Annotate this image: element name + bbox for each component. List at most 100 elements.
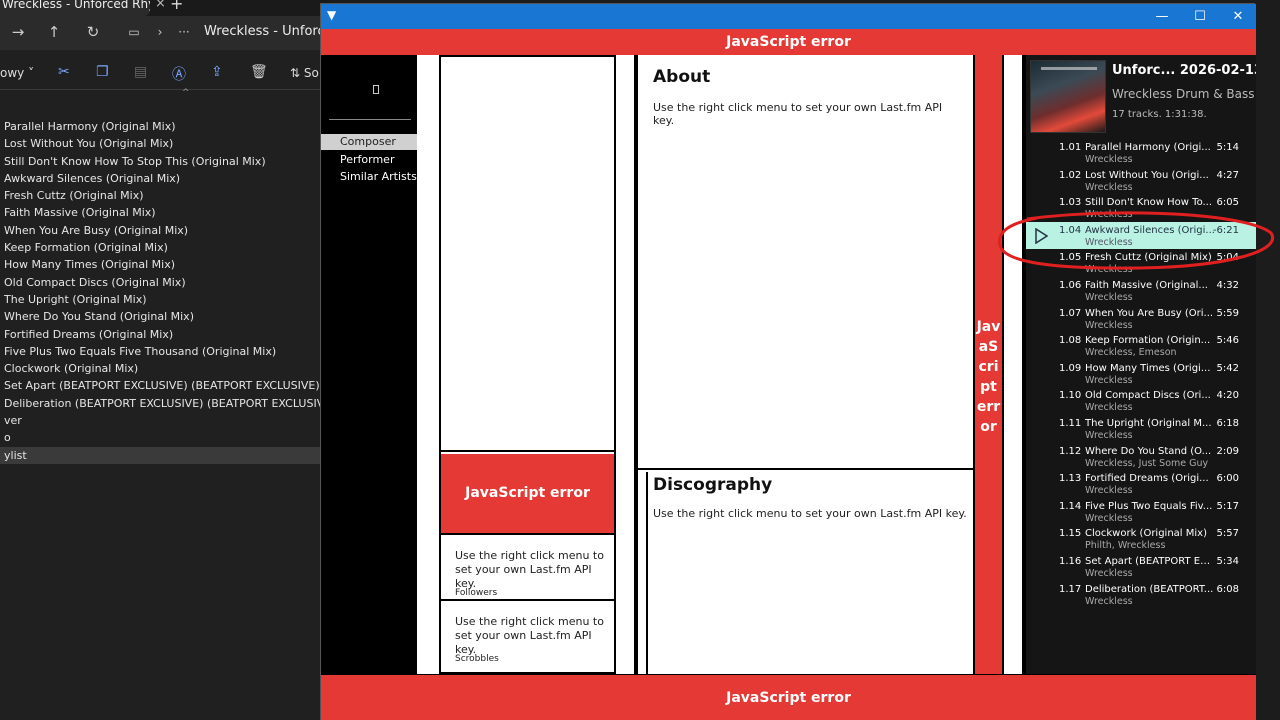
- file-row[interactable]: Parallel Harmony (Original Mix): [0, 118, 330, 135]
- track-title: Parallel Harmony (Origi...: [1085, 142, 1211, 153]
- explorer-tab-bar: Wreckless - Unforced Rhy × +: [0, 0, 330, 16]
- file-row[interactable]: Awkward Silences (Original Mix): [0, 170, 330, 187]
- track-row[interactable]: 1.14 Five Plus Two Equals Fiv... Wreckless…: [1026, 498, 1256, 526]
- music-player-window: ▼ — ☐ ✕ JavaScript error Composer Perfor…: [320, 3, 1256, 720]
- album-cover[interactable]: [1030, 60, 1106, 133]
- track-row[interactable]: 1.02 Lost Without You (Origi... Wreckless 4…: [1026, 167, 1256, 195]
- track-row[interactable]: 1.17 Deliberation (BEATPORT... Wreckless 6:…: [1026, 581, 1256, 609]
- js-error-banner-bottom: JavaScript error: [321, 674, 1256, 720]
- track-row-playing[interactable]: 1.04 Awkward Silences (Origi... Wreckless -…: [1026, 221, 1256, 250]
- track-row[interactable]: 1.09 How Many Times (Origi... Wreckless 5:4…: [1026, 360, 1256, 388]
- explorer-toolbar: owy ˅ ✂ ❐ ▤ Ⓐ ⇪ 🗑 ⇅ So: [0, 56, 330, 90]
- left-nav-panel: Composer Performer Similar Artists: [321, 55, 419, 674]
- track-duration: 6:00: [1216, 473, 1239, 485]
- file-row[interactable]: How Many Times (Original Mix): [0, 256, 330, 273]
- artist-js-error: JavaScript error: [441, 454, 614, 533]
- sort-label: So: [303, 66, 319, 80]
- track-row[interactable]: 1.07 When You Are Busy (Ori... Wreckless 5:…: [1026, 305, 1256, 333]
- rename-icon[interactable]: Ⓐ: [172, 64, 186, 84]
- file-row[interactable]: Lost Without You (Original Mix): [0, 135, 330, 152]
- about-text: Use the right click menu to set your own…: [653, 101, 943, 127]
- cut-icon[interactable]: ✂: [58, 64, 70, 80]
- track-duration: 5:34: [1216, 556, 1239, 567]
- track-duration: 4:27: [1216, 169, 1239, 181]
- file-row[interactable]: Five Plus Two Equals Five Thousand (Orig…: [0, 343, 330, 360]
- file-row[interactable]: Set Apart (BEATPORT EXCLUSIVE) (BEATPORT…: [0, 377, 330, 394]
- tab-close-icon[interactable]: ×: [155, 0, 166, 11]
- track-title: Clockwork (Original Mix): [1085, 528, 1207, 540]
- new-tab-icon[interactable]: +: [170, 0, 183, 13]
- track-title: Fortified Dreams (Origi...: [1085, 473, 1209, 485]
- file-row[interactable]: o: [0, 429, 330, 446]
- track-duration: 6:08: [1216, 583, 1239, 595]
- nav-item-performer[interactable]: Performer: [321, 152, 417, 168]
- file-row[interactable]: Still Don't Know How To Stop This (Origi…: [0, 153, 330, 170]
- view-dropdown[interactable]: owy ˅: [0, 66, 34, 80]
- track-row[interactable]: 1.15 Clockwork (Original Mix) Philth, Wrec…: [1026, 525, 1256, 553]
- track-number: 1.16: [1059, 556, 1082, 567]
- nav-item-similar-artists[interactable]: Similar Artists: [321, 169, 417, 185]
- track-duration: 5:04: [1216, 252, 1239, 264]
- explorer-tab[interactable]: Wreckless - Unforced Rhy: [0, 0, 150, 16]
- followers-label: Followers: [455, 588, 498, 598]
- more-icon[interactable]: ···: [174, 22, 194, 42]
- track-duration: 6:18: [1216, 418, 1239, 429]
- file-row[interactable]: Clockwork (Original Mix): [0, 360, 330, 377]
- play-icon[interactable]: [1034, 227, 1049, 248]
- file-row[interactable]: Fortified Dreams (Original Mix): [0, 326, 330, 343]
- file-row[interactable]: ylist: [0, 446, 330, 464]
- nav-item-composer[interactable]: Composer: [321, 134, 417, 150]
- track-artist: Wreckless: [1085, 374, 1133, 386]
- sort-up-icon: ^: [182, 88, 190, 98]
- track-row[interactable]: 1.10 Old Compact Discs (Ori... Wreckless 4:…: [1026, 387, 1256, 415]
- up-arrow-icon[interactable]: ↑: [44, 22, 64, 42]
- file-row[interactable]: Faith Massive (Original Mix): [0, 204, 330, 221]
- track-row[interactable]: 1.16 Set Apart (BEATPORT EX... Wreckless 5:…: [1026, 553, 1256, 581]
- track-row[interactable]: 1.01 Parallel Harmony (Origi... Wreckless 5…: [1026, 139, 1256, 167]
- file-row[interactable]: When You Are Busy (Original Mix): [0, 222, 330, 239]
- delete-icon[interactable]: 🗑: [250, 64, 268, 80]
- explorer-nav-bar: → ↑ ↻ ▭ › ··· Wreckless - Unforced: [0, 16, 341, 50]
- monitor-icon[interactable]: ▭: [124, 22, 144, 42]
- file-row[interactable]: Deliberation (BEATPORT EXCLUSIVE) (BEATP…: [0, 395, 335, 412]
- close-button[interactable]: ✕: [1223, 7, 1253, 27]
- track-artist: Wreckless: [1085, 181, 1133, 193]
- file-row[interactable]: The Upright (Original Mix): [0, 291, 330, 308]
- artist-image-area: [441, 57, 614, 452]
- track-row[interactable]: 1.11 The Upright (Original M... Wreckless 6…: [1026, 415, 1256, 443]
- track-row[interactable]: 1.13 Fortified Dreams (Origi... Wreckless 6…: [1026, 470, 1256, 498]
- app-icon: ▼: [327, 8, 337, 22]
- refresh-icon[interactable]: ↻: [83, 22, 103, 42]
- sort-button[interactable]: ⇅ So: [290, 66, 319, 80]
- maximize-button[interactable]: ☐: [1185, 7, 1215, 27]
- paste-icon[interactable]: ▤: [134, 64, 147, 80]
- track-title: Awkward Silences (Origi...: [1085, 224, 1215, 236]
- track-title: Keep Formation (Origin...: [1085, 335, 1211, 347]
- track-row[interactable]: 1.03 Still Don't Know How To... Wreckless 6…: [1026, 194, 1256, 222]
- track-title: Set Apart (BEATPORT EX...: [1085, 556, 1215, 567]
- followers-box: Use the right click menu to set your own…: [441, 533, 614, 598]
- track-row[interactable]: 1.06 Faith Massive (Original... Wreckless 4…: [1026, 277, 1256, 305]
- track-title: How Many Times (Origi...: [1085, 362, 1211, 374]
- forward-arrow-icon[interactable]: →: [8, 22, 28, 42]
- file-row[interactable]: Fresh Cuttz (Original Mix): [0, 187, 330, 204]
- artist-column: JavaScript error Use the right click men…: [439, 55, 616, 674]
- track-number: 1.08: [1059, 335, 1082, 347]
- chevron-right-icon[interactable]: ›: [150, 22, 170, 42]
- file-row[interactable]: Where Do You Stand (Original Mix): [0, 308, 330, 325]
- copy-icon[interactable]: ❐: [96, 64, 109, 80]
- file-row[interactable]: Old Compact Discs (Original Mix): [0, 274, 330, 291]
- track-row[interactable]: 1.05 Fresh Cuttz (Original Mix) Wreckless 5…: [1026, 249, 1256, 277]
- track-title: Five Plus Two Equals Fiv...: [1085, 500, 1213, 512]
- track-title: Still Don't Know How To...: [1085, 197, 1213, 209]
- track-row[interactable]: 1.08 Keep Formation (Origin... Wreckless, …: [1026, 332, 1256, 360]
- file-row[interactable]: ver: [0, 412, 330, 429]
- track-row[interactable]: 1.12 Where Do You Stand (O... Wreckless, J…: [1026, 443, 1256, 471]
- file-row[interactable]: Keep Formation (Original Mix): [0, 239, 330, 256]
- title-bar: ▼ — ☐ ✕: [321, 4, 1256, 29]
- minimize-button[interactable]: —: [1147, 7, 1177, 27]
- track-title: Lost Without You (Origi...: [1085, 169, 1209, 181]
- share-icon[interactable]: ⇪: [211, 64, 223, 80]
- track-title: Deliberation (BEATPORT...: [1085, 583, 1214, 595]
- track-number: 1.02: [1059, 169, 1082, 181]
